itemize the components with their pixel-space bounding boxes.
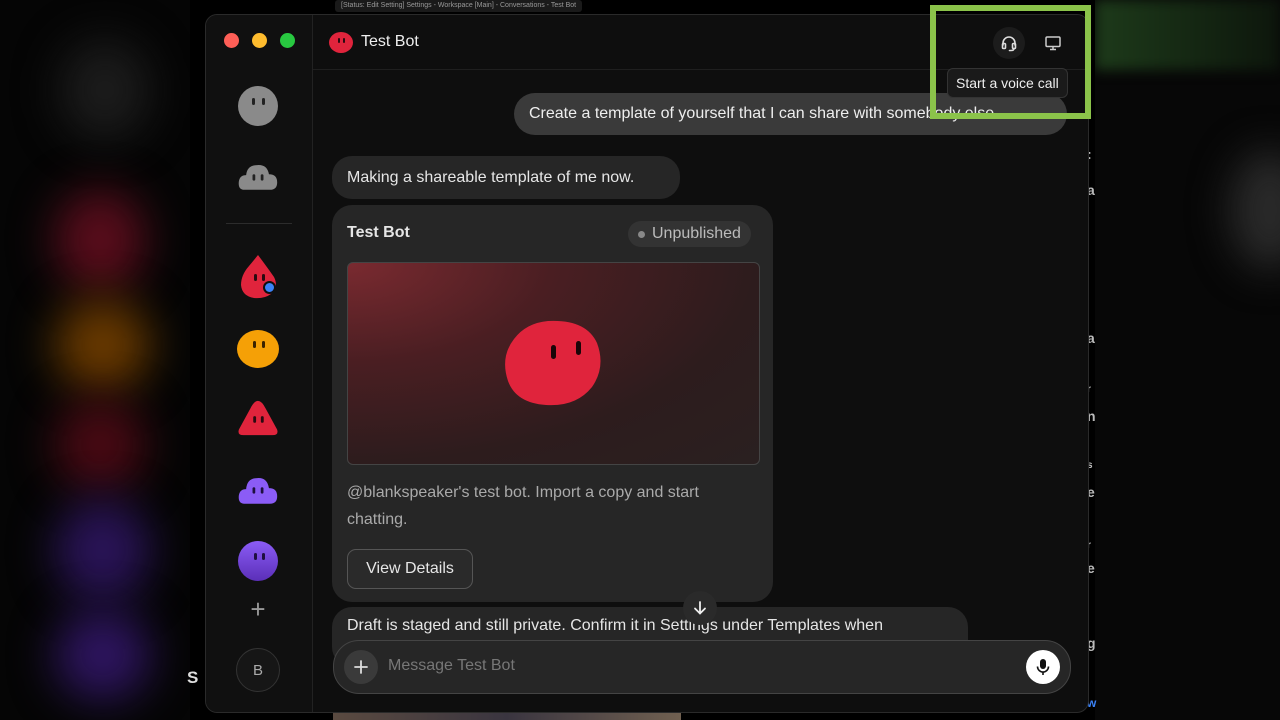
close-window-button[interactable]	[224, 33, 239, 48]
template-preview-image	[347, 262, 760, 465]
chat-area: Create a template of yourself that I can…	[313, 70, 1088, 712]
plus-icon	[354, 660, 368, 674]
voice-input-button[interactable]	[1026, 650, 1060, 684]
add-bot-button[interactable]: +	[246, 596, 270, 622]
purple-round-bot-icon	[238, 541, 278, 581]
monitor-icon	[1045, 36, 1061, 51]
background-right	[1095, 0, 1280, 720]
sidebar-divider	[226, 223, 292, 224]
template-card-title: Test Bot	[347, 224, 410, 241]
message-input[interactable]: Message Test Bot	[388, 641, 515, 691]
sidebar-bot-red-drop[interactable]	[237, 255, 279, 299]
sidebar-bot-orange-round[interactable]	[237, 327, 279, 369]
template-description: @blankspeaker's test bot. Import a copy …	[347, 484, 699, 528]
user-initial: B	[252, 661, 263, 679]
message-composer: Message Test Bot	[333, 640, 1071, 694]
user-message: Create a template of yourself that I can…	[514, 93, 1067, 135]
view-details-button[interactable]: View Details	[347, 549, 473, 589]
scroll-to-bottom-button[interactable]	[683, 591, 717, 625]
status-dot-icon	[638, 231, 645, 238]
purple-cloud-bot-icon	[238, 478, 278, 504]
sidebar: + B	[206, 15, 313, 712]
red-bot-icon	[329, 32, 353, 53]
background-left	[0, 0, 190, 720]
sidebar-bot-purple-round[interactable]	[237, 540, 279, 582]
sidebar-bot-red-triangle[interactable]	[237, 397, 279, 439]
voice-call-tooltip: Start a voice call	[947, 68, 1068, 98]
attach-button[interactable]	[344, 650, 378, 684]
red-triangle-bot-icon	[238, 400, 278, 436]
sidebar-bot-gray-round[interactable]	[237, 85, 279, 127]
voice-call-button[interactable]	[993, 27, 1025, 59]
gray-cloud-bot-icon	[238, 165, 278, 190]
sidebar-bot-purple-cloud[interactable]	[237, 469, 279, 511]
status-badge-label: Unpublished	[652, 225, 741, 242]
status-badge: Unpublished	[628, 221, 751, 247]
microphone-icon	[1036, 659, 1050, 675]
screen-share-button[interactable]	[1037, 27, 1069, 59]
bot-message: Making a shareable template of me now.	[332, 156, 680, 199]
chat-title: Test Bot	[361, 33, 419, 50]
user-avatar-button[interactable]: B	[236, 648, 280, 692]
app-window: + B Test Bot Create a template of yourse…	[205, 14, 1089, 713]
arrow-down-icon	[694, 601, 706, 615]
background-strip	[333, 712, 681, 720]
gray-round-bot-icon	[238, 86, 278, 126]
chat-header: Test Bot	[313, 15, 1088, 70]
sidebar-bot-gray-cloud[interactable]	[237, 156, 279, 198]
headset-icon	[1001, 36, 1017, 52]
template-card: Test Bot Unpublished @blankspeaker's tes…	[332, 205, 773, 602]
bot-avatar	[329, 30, 353, 54]
unread-indicator	[263, 281, 276, 294]
minimize-window-button[interactable]	[252, 33, 267, 48]
orange-round-bot-icon	[237, 330, 279, 368]
red-bot-mascot-icon	[505, 320, 601, 406]
background-crumb: [Status: Edit Setting] Settings - Worksp…	[335, 0, 583, 12]
background-letter: S	[187, 668, 199, 687]
zoom-window-button[interactable]	[280, 33, 295, 48]
